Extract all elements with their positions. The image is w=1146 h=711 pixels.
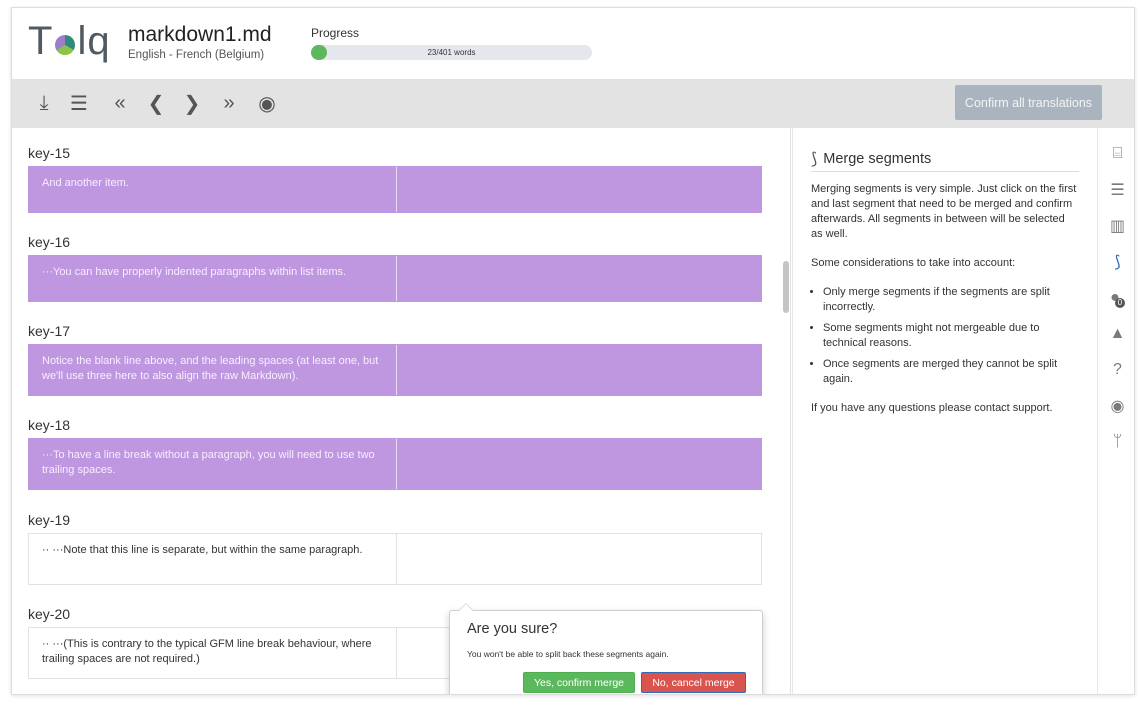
preview-icon[interactable]: ◉ [257,91,277,115]
progress-label: Progress [311,26,360,40]
confirm-all-button[interactable]: Confirm all translations [955,85,1102,120]
side-rail: ⌸ ☰ ▥ ⟆ ● 0 ▲ ? ◉ ᛘ [1097,128,1134,694]
panel-body: Merging segments is very simple. Just cl… [811,182,1079,430]
segment-key: key-17 [28,323,71,339]
list-item: Once segments are merged they cannot be … [823,357,1079,387]
logo-text-right: lq [77,18,111,63]
editor-window: T lq markdown1.md English - French (Belg… [11,7,1135,695]
merge-icon[interactable]: ⟆ [1098,250,1134,274]
first-icon[interactable]: « [110,91,130,115]
panel-considerations-heading: Some considerations to take into account… [811,257,1016,269]
merge-icon: ⟆ [811,151,818,168]
logo-text-left: T [28,18,54,63]
segment-row[interactable]: ···You can have properly indented paragr… [28,255,762,302]
popover-message: You won't be able to split back these se… [467,649,669,659]
segment-row[interactable]: And another item. [28,166,762,213]
branch-icon[interactable]: ᛘ [1098,430,1134,454]
comments-icon[interactable]: ● 0 [1098,286,1134,310]
book-icon[interactable]: ▥ [1098,214,1134,238]
segment-source[interactable]: ·· ···Note that this line is separate, b… [29,534,397,584]
logo-dot-icon [55,35,76,55]
segment-row[interactable]: ···To have a line break without a paragr… [28,438,762,490]
segment-source[interactable]: ···You can have properly indented paragr… [29,256,397,301]
list-item: Some segments might not mergeable due to… [823,321,1079,351]
merge-confirm-popover: Are you sure? You won't be able to split… [449,603,763,694]
panel-divider [811,171,1079,172]
segment-source[interactable]: And another item. [29,167,397,212]
segment-row[interactable]: ·· ···Note that this line is separate, b… [28,533,762,585]
segment-list: key-15 And another item. key-16 ···You c… [12,128,781,694]
segment-row[interactable]: Notice the blank line above, and the lea… [28,344,762,396]
panel-footer: If you have any questions please contact… [811,402,1053,414]
segment-target[interactable] [397,534,761,584]
help-icon[interactable]: ? [1098,358,1134,382]
segment-list-icon[interactable]: ☰ [69,91,89,115]
tolq-logo: T lq [28,18,111,64]
segment-source[interactable]: Notice the blank line above, and the lea… [29,345,397,395]
considerations-list: Only merge segments if the segments are … [811,285,1079,387]
segment-key: key-15 [28,145,71,161]
segment-target[interactable] [397,256,761,301]
help-panel: ⟆ Merge segments Merging segments is ver… [792,128,1097,694]
segment-key: key-16 [28,234,71,250]
panel-intro: Merging segments is very simple. Just cl… [811,183,1077,240]
segment-target[interactable] [397,439,761,489]
segment-source[interactable]: ···To have a line break without a paragr… [29,439,397,489]
segment-key: key-18 [28,417,71,433]
download-icon[interactable]: ⤓ [34,91,54,115]
translate-icon[interactable]: ⌸ [1098,142,1134,166]
segment-key: key-20 [28,606,71,622]
list-item: Only merge segments if the segments are … [823,285,1079,315]
eye-icon[interactable]: ◉ [1098,394,1134,418]
next-icon[interactable]: ❯ [182,91,202,115]
segment-target[interactable] [397,345,761,395]
cancel-merge-button[interactable]: No, cancel merge [641,672,746,693]
previous-icon[interactable]: ❮ [146,91,166,115]
list-icon[interactable]: ☰ [1098,178,1134,202]
progress-text: 23/401 words [427,48,476,57]
last-icon[interactable]: » [219,91,239,115]
panel-title-text: Merge segments [823,151,932,167]
panel-title: ⟆ Merge segments [811,149,931,169]
toolbar: ⤓ ☰ « ❮ ❯ » ◉ Confirm all translations [12,79,1134,128]
progress-bar: 23/401 words [311,45,592,60]
popover-title: Are you sure? [467,621,558,637]
file-title: markdown1.md [128,23,272,46]
segment-source[interactable]: ·· ···(This is contrary to the typical G… [29,628,397,678]
segment-key: key-19 [28,512,71,528]
segment-target[interactable] [397,167,761,212]
comments-badge: 0 [1114,298,1125,308]
segment-scrollbar[interactable] [781,128,791,694]
language-pair: English - French (Belgium) [128,49,265,61]
scrollbar-thumb[interactable] [783,261,789,313]
header: T lq markdown1.md English - French (Belg… [12,8,1134,78]
warning-icon[interactable]: ▲ [1098,322,1134,346]
confirm-merge-button[interactable]: Yes, confirm merge [523,672,635,693]
